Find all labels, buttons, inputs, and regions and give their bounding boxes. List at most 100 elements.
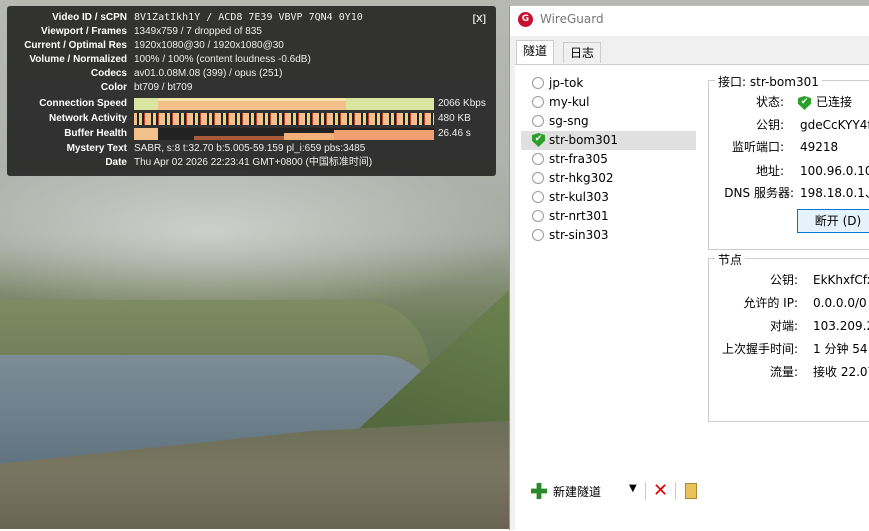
inactive-circle-icon [532,96,544,108]
stats-row-connection-speed: Connection Speed 2066 Kbps [7,97,496,111]
stats-label: Mystery Text [66,143,127,154]
peer-transfer-row: 流量: 接收 22.07 [708,363,869,381]
tunnel-name: my-kul [549,95,590,109]
tunnel-name: str-kul303 [549,190,609,204]
tunnel-list[interactable]: jp-tok my-kul sg-sng ✔ str-bom301 str-fra… [521,74,696,245]
window-body: 隧道 日志 jp-tok my-kul sg-sng ✔ str-bom301 s… [510,36,869,531]
interface-port-row: 监听端口: 49218 [708,138,869,156]
stats-for-nerds-panel: [X] Video ID / sCPN 8V1ZatIkh1Y / ACD8 7… [7,6,496,176]
network-activity-graph [134,113,434,125]
toolbar-separator [675,482,676,500]
chevron-down-icon[interactable]: ▼ [629,483,637,494]
stats-row: Video ID / sCPN 8V1ZatIkh1Y / ACD8 7E39 … [7,11,496,25]
handshake-value[interactable]: 1 分钟 54 秒 [813,340,869,358]
tunnel-item[interactable]: str-kul303 [521,188,696,207]
pubkey-value[interactable]: gdeCcKYY4fV [800,116,869,134]
address-value[interactable]: 100.96.0.102/3 [800,162,869,180]
connection-speed-graph [134,98,434,110]
disconnect-button[interactable]: 断开 (D) [797,209,869,233]
endpoint-value[interactable]: 103.209.253 [813,317,869,335]
stats-row: Codecs av01.0.08M.08 (399) / opus (251) [7,67,496,81]
connected-shield-icon: ✔ [798,96,811,110]
port-value[interactable]: 49218 [800,138,838,156]
interface-dns-row: DNS 服务器: 198.18.0.1、1 [708,184,869,202]
stats-label: Buffer Health [64,128,127,139]
tunnel-item[interactable]: str-fra305 [521,150,696,169]
port-label: 监听端口: [731,140,784,154]
stats-label: Date [105,157,127,168]
stats-label: Network Activity [49,113,127,124]
stats-label: Codecs [90,68,127,79]
tab-log[interactable]: 日志 [563,42,602,63]
transfer-value[interactable]: 接收 22.07 [813,363,869,381]
inactive-circle-icon [532,77,544,89]
peer-pubkey-label: 公钥: [769,273,798,287]
stats-row-buffer-health: Buffer Health 26.46 s [7,127,496,141]
tunnel-item-selected[interactable]: ✔ str-bom301 [521,131,696,150]
stats-label: Video ID / sCPN [52,12,127,23]
tunnel-toolbar: 新建隧道 ▼ ✕ [521,480,721,502]
tunnel-item[interactable]: str-sin303 [521,226,696,245]
allowed-ips-value[interactable]: 0.0.0.0/0 [813,294,867,312]
inactive-circle-icon [532,115,544,127]
stats-label: Volume / Normalized [29,54,127,65]
inactive-circle-icon [532,191,544,203]
peer-pubkey-value[interactable]: EkKhxfCfxv [813,271,869,289]
stats-label: Connection Speed [39,98,127,109]
export-zip-icon[interactable] [685,483,697,499]
inactive-circle-icon [532,229,544,241]
inactive-circle-icon [532,153,544,165]
stats-row: Volume / Normalized 100% / 100% (content… [7,53,496,67]
status-value: 已连接 [816,95,853,109]
tunnel-item[interactable]: str-hkg302 [521,169,696,188]
mist [0,170,520,320]
title-bar[interactable]: G WireGuard [510,6,869,34]
address-label: 地址: [755,164,784,178]
inactive-circle-icon [532,210,544,222]
allowed-ips-label: 允许的 IP: [743,296,798,310]
add-tunnel-icon[interactable] [531,483,547,499]
peer-allowed-ips-row: 允许的 IP: 0.0.0.0/0 [708,294,869,312]
connection-speed-value: 2066 Kbps [438,98,486,109]
tunnel-name: str-fra305 [549,152,608,166]
stats-label: Current / Optimal Res [24,40,127,51]
stats-row: Viewport / Frames 1349x759 / 7 dropped o… [7,25,496,39]
tunnel-name: str-nrt301 [549,209,609,223]
interface-pubkey-row: 公钥: gdeCcKYY4fV [708,116,869,134]
tunnel-name: sg-sng [549,114,589,128]
stats-value: av01.0.08M.08 (399) / opus (251) [134,68,283,79]
stats-value: 1349x759 / 7 dropped of 835 [134,26,262,37]
tunnel-name: jp-tok [549,76,584,90]
status-label: 状态: [755,95,784,109]
stats-value: 8V1ZatIkh1Y / ACD8 7E39 VBVP 7QN4 0Y10 [134,12,363,23]
stats-label: Color [100,82,127,93]
buffer-health-graph [134,128,434,140]
transfer-label: 流量: [769,365,798,379]
peer-group-title: 节点 [715,251,746,268]
stats-row: Color bt709 / bt709 [7,81,496,95]
interface-status-row: 状态: ✔ 已连接 [708,93,869,111]
pubkey-label: 公钥: [755,118,784,132]
stats-value: 100% / 100% (content loudness -0.6dB) [134,54,311,65]
network-activity-value: 480 KB [438,113,471,124]
stats-row: Current / Optimal Res 1920x1080@30 / 192… [7,39,496,53]
tunnel-item[interactable]: jp-tok [521,74,696,93]
tunnel-item[interactable]: sg-sng [521,112,696,131]
stats-value: bt709 / bt709 [134,82,193,93]
tunnel-item[interactable]: str-nrt301 [521,207,696,226]
tab-tunnels[interactable]: 隧道 [516,40,555,65]
endpoint-label: 对端: [769,319,798,333]
stats-value: Thu Apr 02 2026 22:23:41 GMT+0800 (中国标准时… [134,157,373,168]
stats-row: Date Thu Apr 02 2026 22:23:41 GMT+0800 (… [7,156,496,170]
dns-value[interactable]: 198.18.0.1、1 [800,184,869,202]
stats-value: SABR, s:8 t:32.70 b:5.005-59.159 pl_i:65… [134,143,366,154]
add-tunnel-button[interactable]: 新建隧道 [553,483,601,500]
active-shield-icon: ✔ [532,133,545,147]
tunnel-name: str-sin303 [549,228,609,242]
peer-endpoint-row: 对端: 103.209.253 [708,317,869,335]
toolbar-separator [645,482,646,500]
tunnel-item[interactable]: my-kul [521,93,696,112]
stats-row: Mystery Text SABR, s:8 t:32.70 b:5.005-5… [7,142,496,156]
delete-tunnel-icon[interactable]: ✕ [653,480,668,501]
stats-label: Viewport / Frames [41,26,127,37]
